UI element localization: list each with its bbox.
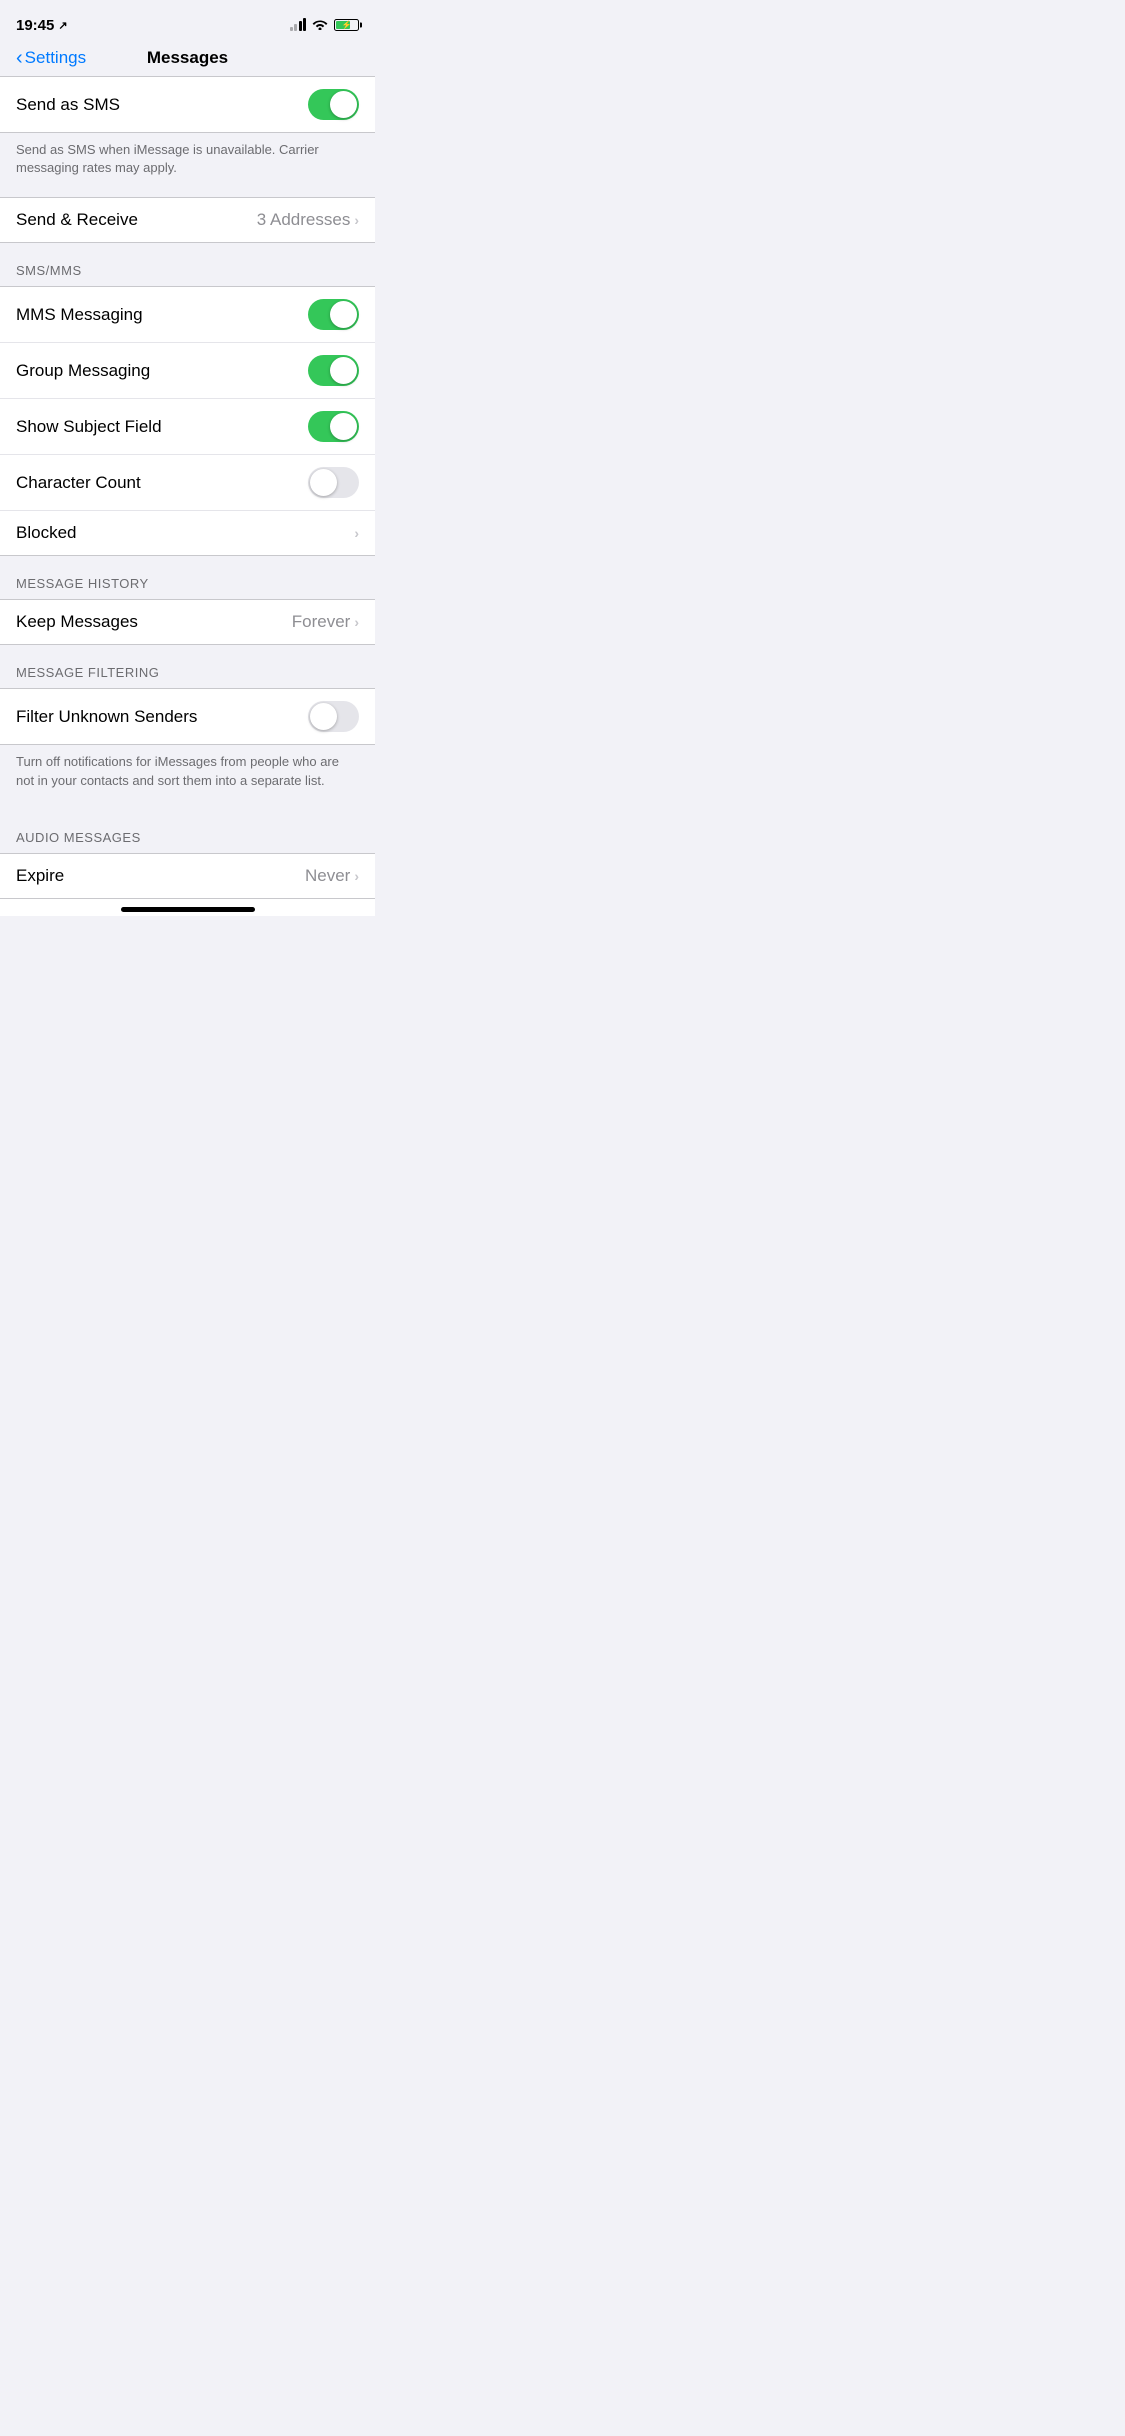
blocked-value: › [354, 525, 359, 541]
filter-unknown-senders-row: Filter Unknown Senders [0, 689, 375, 744]
back-chevron-icon: ‹ [16, 48, 23, 68]
keep-messages-label: Keep Messages [16, 612, 138, 632]
send-as-sms-row: Send as SMS [0, 77, 375, 132]
mms-messaging-toggle[interactable] [308, 299, 359, 330]
show-subject-field-row: Show Subject Field [0, 399, 375, 455]
audio-messages-section: Expire Never › [0, 853, 375, 899]
back-label: Settings [25, 48, 86, 68]
message-history-header: MESSAGE HISTORY [0, 556, 375, 599]
status-bar: 19:45 ↗ ⚡ [0, 0, 375, 44]
location-icon: ↗ [58, 19, 67, 32]
wifi-icon [312, 18, 328, 33]
toggle-knob [330, 301, 357, 328]
filter-unknown-senders-toggle[interactable] [308, 701, 359, 732]
message-filtering-section: Filter Unknown Senders [0, 688, 375, 745]
time-display: 19:45 [16, 17, 54, 34]
sms-mms-header: SMS/MMS [0, 243, 375, 286]
blocked-label: Blocked [16, 523, 76, 543]
toggle-knob [330, 413, 357, 440]
send-receive-row[interactable]: Send & Receive 3 Addresses › [0, 198, 375, 242]
send-receive-value: 3 Addresses › [257, 210, 359, 230]
toggle-knob [310, 469, 337, 496]
toggle-knob [310, 703, 337, 730]
character-count-row: Character Count [0, 455, 375, 511]
chevron-right-icon: › [354, 212, 359, 228]
blocked-row[interactable]: Blocked › [0, 511, 375, 555]
keep-messages-value: Forever › [292, 612, 359, 632]
home-indicator [0, 899, 375, 916]
battery-icon: ⚡ [334, 19, 359, 31]
send-receive-label: Send & Receive [16, 210, 138, 230]
signal-strength-icon [290, 19, 307, 31]
group-messaging-row: Group Messaging [0, 343, 375, 399]
filter-unknown-senders-label: Filter Unknown Senders [16, 707, 197, 727]
expire-value: Never › [305, 866, 359, 886]
send-as-sms-section: Send as SMS [0, 77, 375, 133]
status-time: 19:45 ↗ [16, 17, 68, 34]
sms-mms-section: MMS Messaging Group Messaging Show Subje… [0, 286, 375, 556]
character-count-label: Character Count [16, 473, 141, 493]
message-filtering-header: MESSAGE FILTERING [0, 645, 375, 688]
send-as-sms-label: Send as SMS [16, 95, 120, 115]
message-history-section: Keep Messages Forever › [0, 599, 375, 645]
group-messaging-toggle[interactable] [308, 355, 359, 386]
mms-messaging-label: MMS Messaging [16, 305, 143, 325]
character-count-toggle[interactable] [308, 467, 359, 498]
toggle-knob [330, 91, 357, 118]
expire-row[interactable]: Expire Never › [0, 854, 375, 898]
nav-bar: ‹ Settings Messages [0, 44, 375, 77]
expire-label: Expire [16, 866, 64, 886]
settings-content: Send as SMS Send as SMS when iMessage is… [0, 77, 375, 899]
send-as-sms-toggle[interactable] [308, 89, 359, 120]
message-filtering-footer: Turn off notifications for iMessages fro… [0, 745, 375, 809]
send-receive-section: Send & Receive 3 Addresses › [0, 197, 375, 243]
send-as-sms-footer: Send as SMS when iMessage is unavailable… [0, 133, 375, 197]
home-bar [121, 907, 255, 912]
chevron-right-icon: › [354, 614, 359, 630]
mms-messaging-row: MMS Messaging [0, 287, 375, 343]
group-messaging-label: Group Messaging [16, 361, 150, 381]
status-icons: ⚡ [290, 18, 360, 33]
toggle-knob [330, 357, 357, 384]
show-subject-field-toggle[interactable] [308, 411, 359, 442]
show-subject-field-label: Show Subject Field [16, 417, 162, 437]
page-title: Messages [147, 48, 228, 68]
keep-messages-row[interactable]: Keep Messages Forever › [0, 600, 375, 644]
chevron-right-icon: › [354, 525, 359, 541]
audio-messages-header: AUDIO MESSAGES [0, 810, 375, 853]
chevron-right-icon: › [354, 868, 359, 884]
back-button[interactable]: ‹ Settings [16, 48, 86, 68]
